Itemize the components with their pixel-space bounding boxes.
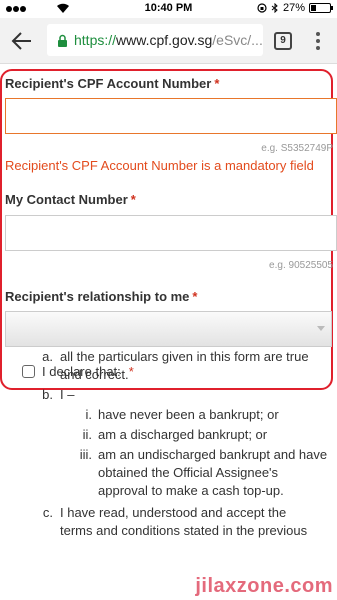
contact-number-label: My Contact Number * (5, 192, 136, 207)
bluetooth-icon (271, 3, 278, 13)
account-number-input[interactable] (5, 98, 337, 134)
lock-icon (58, 34, 67, 47)
relationship-select[interactable] (5, 311, 332, 347)
relationship-label: Recipient's relationship to me * (5, 289, 198, 304)
battery-fill (311, 5, 316, 11)
tab-switcher-button[interactable]: 9 (274, 32, 292, 50)
account-number-hint: e.g. S5352749P (261, 143, 333, 154)
more-menu-icon[interactable] (314, 30, 322, 52)
back-arrow-icon[interactable] (10, 30, 34, 52)
contact-number-hint: e.g. 90525505 (269, 260, 333, 271)
rotation-lock-icon (257, 3, 267, 13)
account-number-error: Recipient's CPF Account Number is a mand… (5, 158, 314, 173)
status-bar: 10:40 PM 27% (0, 0, 337, 18)
battery-icon (309, 3, 333, 13)
browser-toolbar: https://www.cpf.gov.sg/eSvc/... 9 (0, 18, 337, 64)
declare-checkbox[interactable] (22, 365, 35, 378)
watermark: jilaxzone.com (195, 575, 333, 597)
account-number-label: Recipient's CPF Account Number * (5, 76, 220, 91)
battery-percent: 27% (282, 2, 305, 14)
chevron-down-icon (317, 326, 325, 331)
address-bar[interactable]: https://www.cpf.gov.sg/eSvc/... (47, 24, 263, 56)
url-text: https://www.cpf.gov.sg/eSvc/... (74, 32, 263, 48)
contact-number-input[interactable] (5, 215, 337, 251)
